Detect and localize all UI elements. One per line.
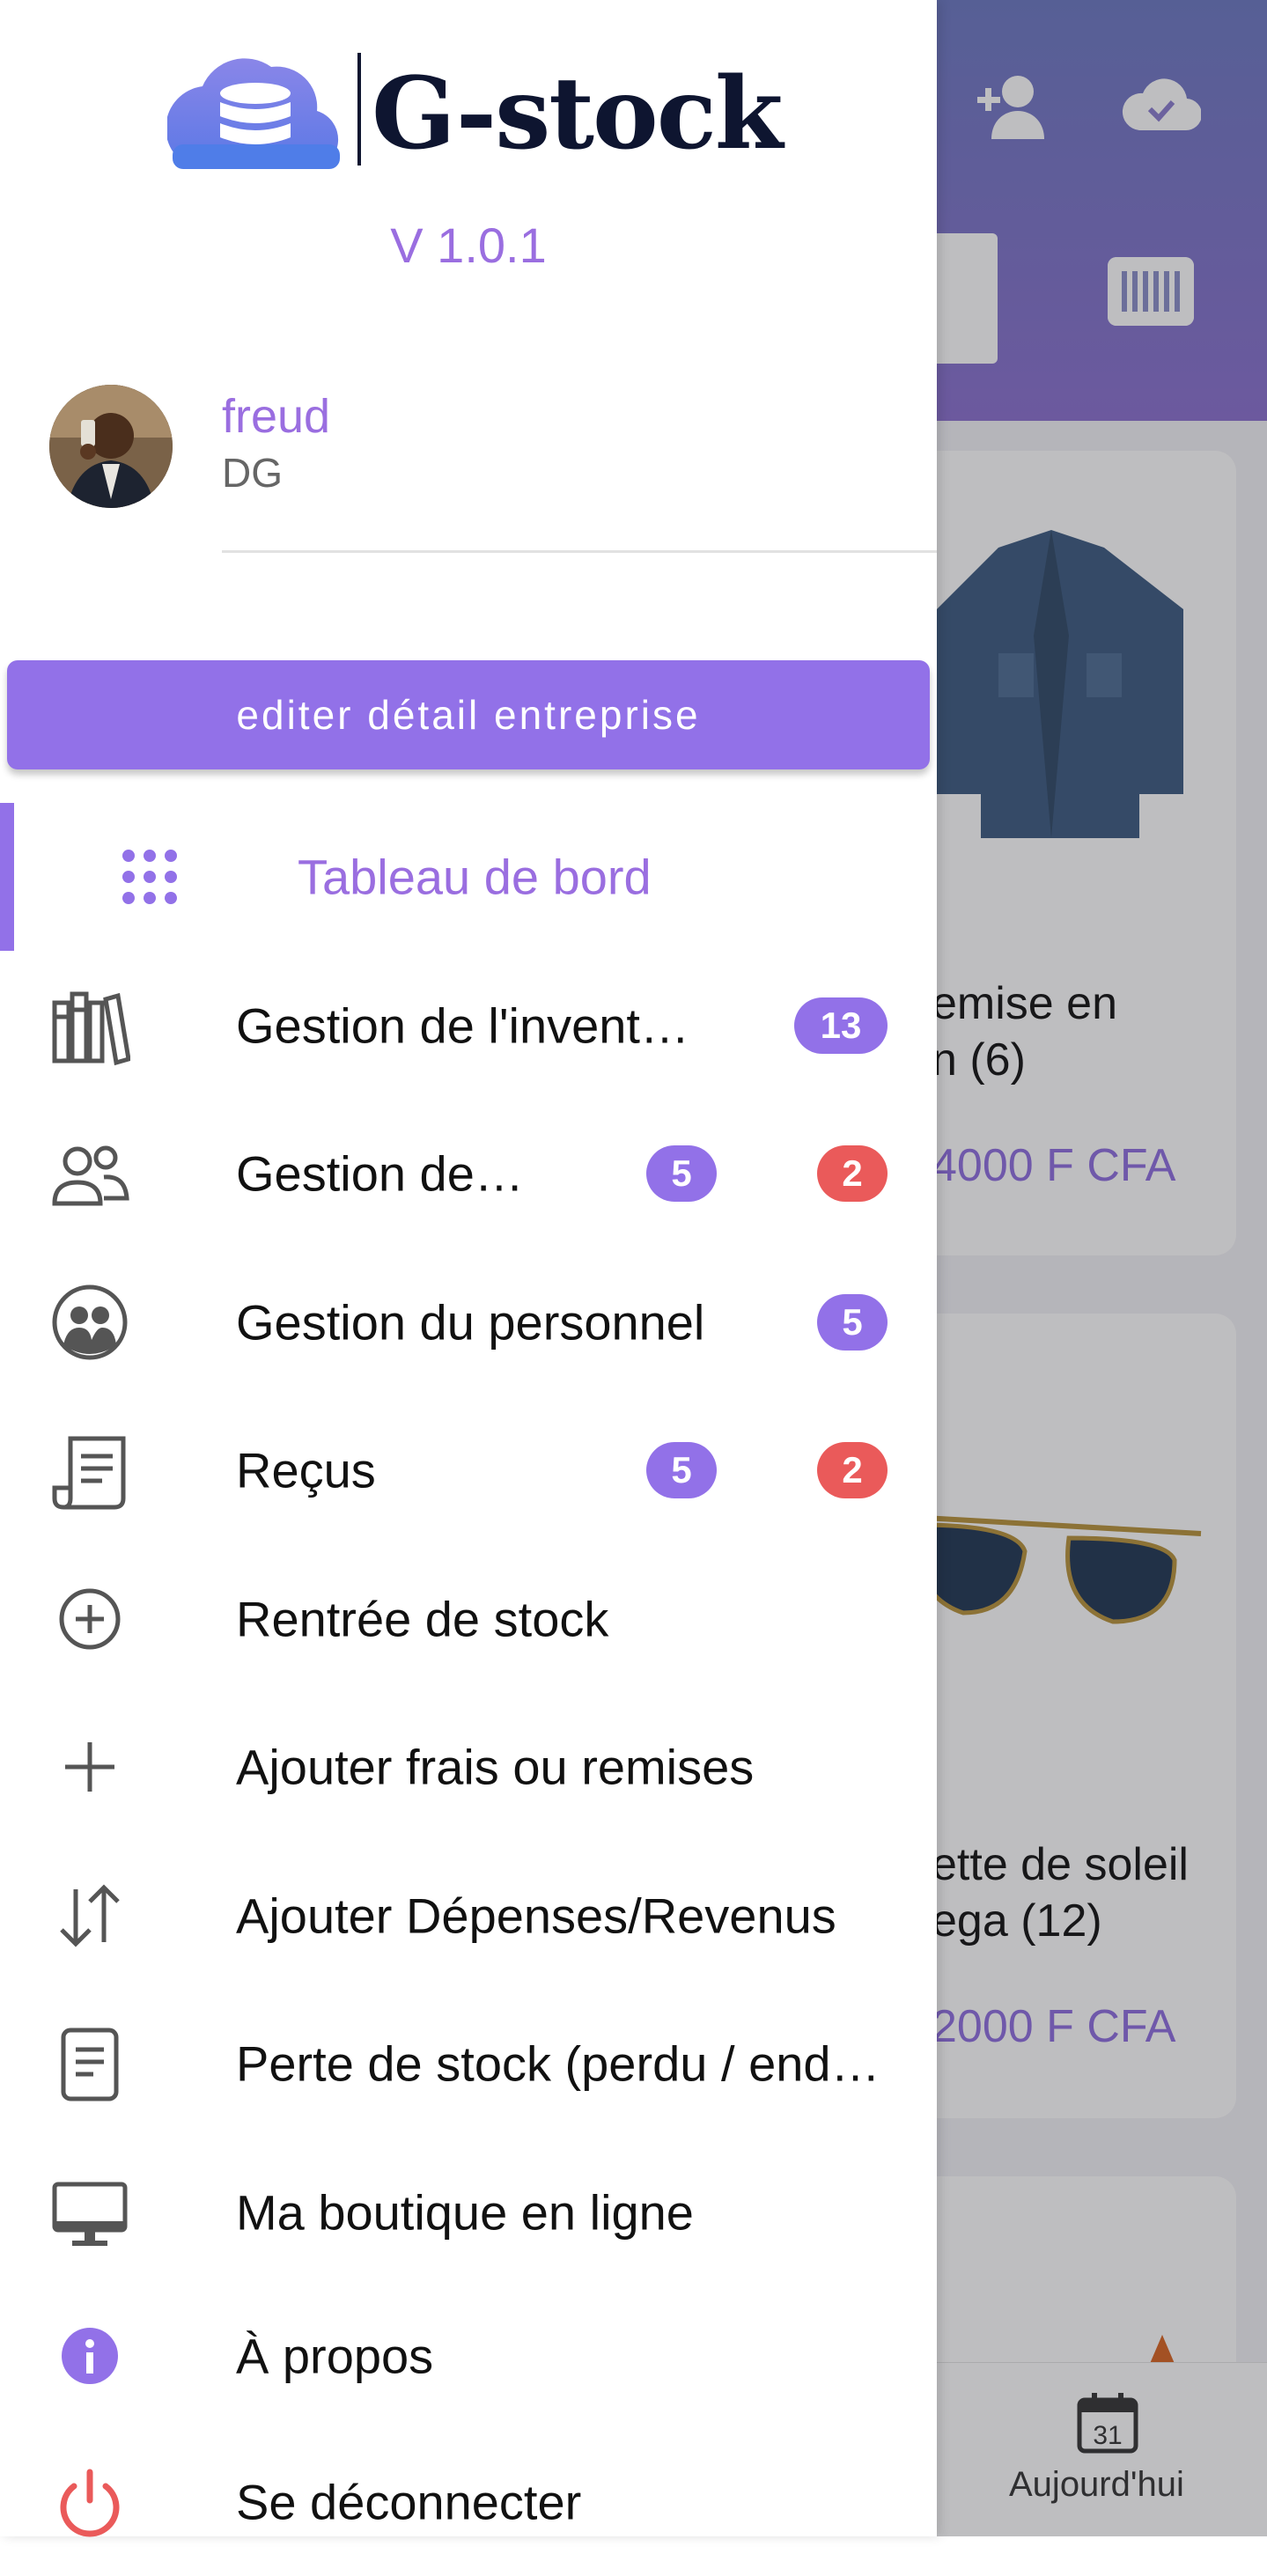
menu-item-logout[interactable]: Se déconnecter (0, 2428, 937, 2576)
books-icon (52, 991, 130, 1066)
monitor-icon (52, 2182, 128, 2246)
menu-label: Se déconnecter (236, 2474, 582, 2530)
menu-label: À propos (236, 2328, 434, 2384)
navigation-drawer: G-stock V 1.0.1 freud DG editer détail e… (0, 0, 937, 2537)
alert-badge: 2 (817, 1442, 888, 1498)
receipt-icon (52, 1436, 126, 1510)
menu-item-stock-in[interactable]: Rentrée de stock (0, 1545, 937, 1693)
menu-item-inventory[interactable]: Gestion de l'invent… 13 (0, 952, 937, 1100)
app-name: G-stock (372, 56, 783, 172)
menu-label: Gestion de l'invent… (236, 997, 689, 1054)
menu-item-clients[interactable]: Gestion de… 5 2 (0, 1100, 937, 1248)
active-indicator (0, 803, 14, 951)
menu-item-stock-loss[interactable]: Perte de stock (perdu / end… (0, 1990, 937, 2138)
user-name: freud (222, 390, 331, 443)
menu-item-about[interactable]: À propos (0, 2282, 937, 2430)
menu-label: Gestion de… (236, 1145, 524, 1202)
power-icon (60, 2469, 120, 2537)
logo-divider (357, 53, 361, 166)
menu-label: Gestion du personnel (236, 1294, 705, 1351)
count-badge: 5 (817, 1294, 888, 1351)
apps-grid-icon (122, 850, 177, 904)
menu-item-expenses[interactable]: Ajouter Dépenses/Revenus (0, 1842, 937, 1990)
count-badge: 5 (646, 1442, 717, 1498)
menu-item-staff[interactable]: Gestion du personnel 5 (0, 1248, 937, 1396)
cloud-database-icon (167, 58, 340, 169)
alert-badge: 2 (817, 1145, 888, 1202)
menu-label: Rentrée de stock (236, 1591, 609, 1647)
plus-circle-icon (59, 1588, 121, 1650)
plus-icon (65, 1742, 114, 1792)
count-badge: 5 (646, 1145, 717, 1202)
user-role: DG (222, 450, 283, 496)
menu-label: Ma boutique en ligne (236, 2184, 694, 2241)
users-group-icon (52, 1145, 129, 1206)
swap-vertical-icon (60, 1884, 120, 1947)
menu-item-online-shop[interactable]: Ma boutique en ligne (0, 2138, 937, 2286)
avatar[interactable] (49, 385, 173, 508)
divider (222, 550, 937, 553)
document-icon (61, 2028, 119, 2101)
menu-item-dashboard[interactable]: Tableau de bord (0, 803, 937, 951)
menu-item-receipts[interactable]: Reçus 5 2 (0, 1396, 937, 1544)
menu-label: Ajouter Dépenses/Revenus (236, 1888, 836, 1944)
menu-item-fees[interactable]: Ajouter frais ou remises (0, 1693, 937, 1841)
edit-company-button[interactable]: editer détail entreprise (7, 660, 930, 769)
menu-label: Tableau de bord (298, 849, 652, 905)
user-photo (49, 385, 173, 508)
menu-label: Reçus (236, 1442, 376, 1498)
info-icon (62, 2328, 118, 2384)
menu-label: Ajouter frais ou remises (236, 1739, 755, 1795)
staff-icon (52, 1284, 128, 1360)
menu-label: Perte de stock (perdu / end… (236, 2035, 880, 2092)
app-version: V 1.0.1 (390, 217, 547, 273)
count-badge: 13 (794, 997, 888, 1054)
